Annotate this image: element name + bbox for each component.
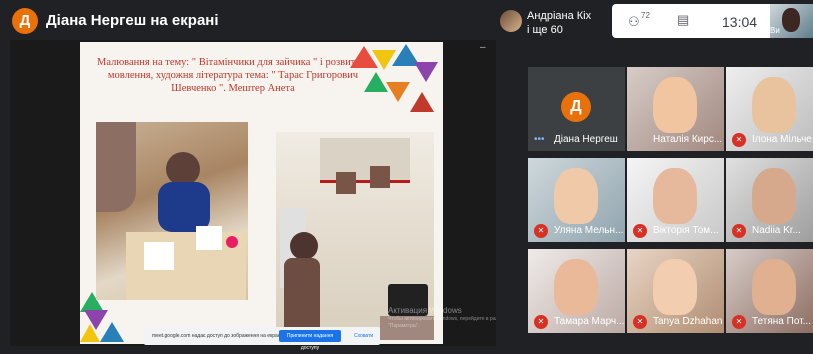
participant-name: Вікторія Том... <box>653 225 719 236</box>
self-label: Ви <box>770 26 780 35</box>
decor-triangle <box>364 72 388 92</box>
presenter-avatar: Д <box>12 8 38 34</box>
people-count: 72 <box>641 11 650 20</box>
participant-video <box>653 77 697 133</box>
active-speaker-name: Андріана Кіх <box>527 10 592 22</box>
participant-video <box>752 168 796 224</box>
meeting-time: 13:04 <box>722 14 758 30</box>
presenter-title: Діана Нергеш на екрані <box>46 12 219 29</box>
screen-share-notification: meet.google.com надає доступ до зображен… <box>144 327 380 351</box>
decor-triangle <box>414 62 438 82</box>
speaker-avatar <box>500 10 522 32</box>
more-participants-count: і ще 60 <box>527 24 563 36</box>
participant-video <box>752 77 796 133</box>
presentation-header: Д Діана Нергеш на екрані <box>0 0 496 40</box>
participant-name: Діана Нергеш <box>554 134 618 145</box>
participant-video <box>653 168 697 224</box>
mic-muted-icon: ✕ <box>732 315 746 329</box>
participant-video <box>554 168 598 224</box>
participant-video <box>554 259 598 315</box>
mic-muted-icon: ✕ <box>633 224 647 238</box>
participant-video <box>752 259 796 315</box>
presentation-slide: Малювання на тему: " Вітамінчики для зай… <box>80 42 443 344</box>
chat-icon[interactable]: ▤ <box>677 12 689 28</box>
participant-name: Tanya Dzhahan <box>653 316 723 327</box>
participant-tile[interactable]: ✕ Nadiia Kr... <box>726 158 813 242</box>
participant-name: Уляна Мельн... <box>554 225 624 236</box>
speaking-indicator-icon: ••• <box>534 134 545 145</box>
mic-muted-icon: ✕ <box>633 315 647 329</box>
slide-caption: Малювання на тему: " Вітамінчики для зай… <box>96 57 369 94</box>
participant-tile[interactable]: ✕ Вікторія Том... <box>627 158 724 242</box>
participant-tile[interactable]: ✕ Наталія Кирс... <box>627 67 724 151</box>
participant-tile[interactable]: ✕ Тетяна Пот... <box>726 249 813 333</box>
stop-sharing-button[interactable]: Припинити надання доступу <box>279 330 341 351</box>
mic-muted-icon: ✕ <box>732 133 746 147</box>
mic-muted-icon: ✕ <box>732 224 746 238</box>
participant-name: Nadiia Kr... <box>752 225 801 236</box>
participant-name: Ілона Мільче... <box>752 134 813 145</box>
windows-activation-watermark: Активация Windows Чтобы активировать Win… <box>388 306 508 330</box>
mic-muted-icon: ✕ <box>534 224 548 238</box>
participant-name: Наталія Кирс... <box>653 134 723 145</box>
classroom-photo-children-drawing <box>96 122 248 300</box>
participant-name: Тамара Марч... <box>554 316 625 327</box>
watermark-line1: Активация Windows <box>388 306 462 315</box>
participant-avatar: Д <box>561 92 591 122</box>
participant-tile[interactable]: Д ••• Діана Нергеш <box>528 67 625 151</box>
participant-tile[interactable]: ✕ Тамара Марч... <box>528 249 625 333</box>
participant-tile[interactable]: ✕ Уляна Мельн... <box>528 158 625 242</box>
decor-triangle <box>386 82 410 102</box>
participant-tile[interactable]: ✕ Ілона Мільче... <box>726 67 813 151</box>
share-message: meet.google.com надає доступ до зображен… <box>152 333 282 339</box>
decor-triangle <box>100 322 124 342</box>
decor-triangle <box>410 92 434 112</box>
decor-triangle <box>80 324 100 342</box>
minimize-icon[interactable]: – <box>480 42 486 53</box>
participant-video <box>653 259 697 315</box>
participant-tile[interactable]: ✕ Tanya Dzhahan <box>627 249 724 333</box>
watermark-line2: Чтобы активировать Windows, перейдите в … <box>388 316 507 329</box>
people-icon[interactable]: ⚇ <box>628 14 640 30</box>
participant-name: Тетяна Пот... <box>752 316 811 327</box>
mic-muted-icon: ✕ <box>534 315 548 329</box>
hide-notification-button[interactable]: Сховати <box>354 333 373 339</box>
